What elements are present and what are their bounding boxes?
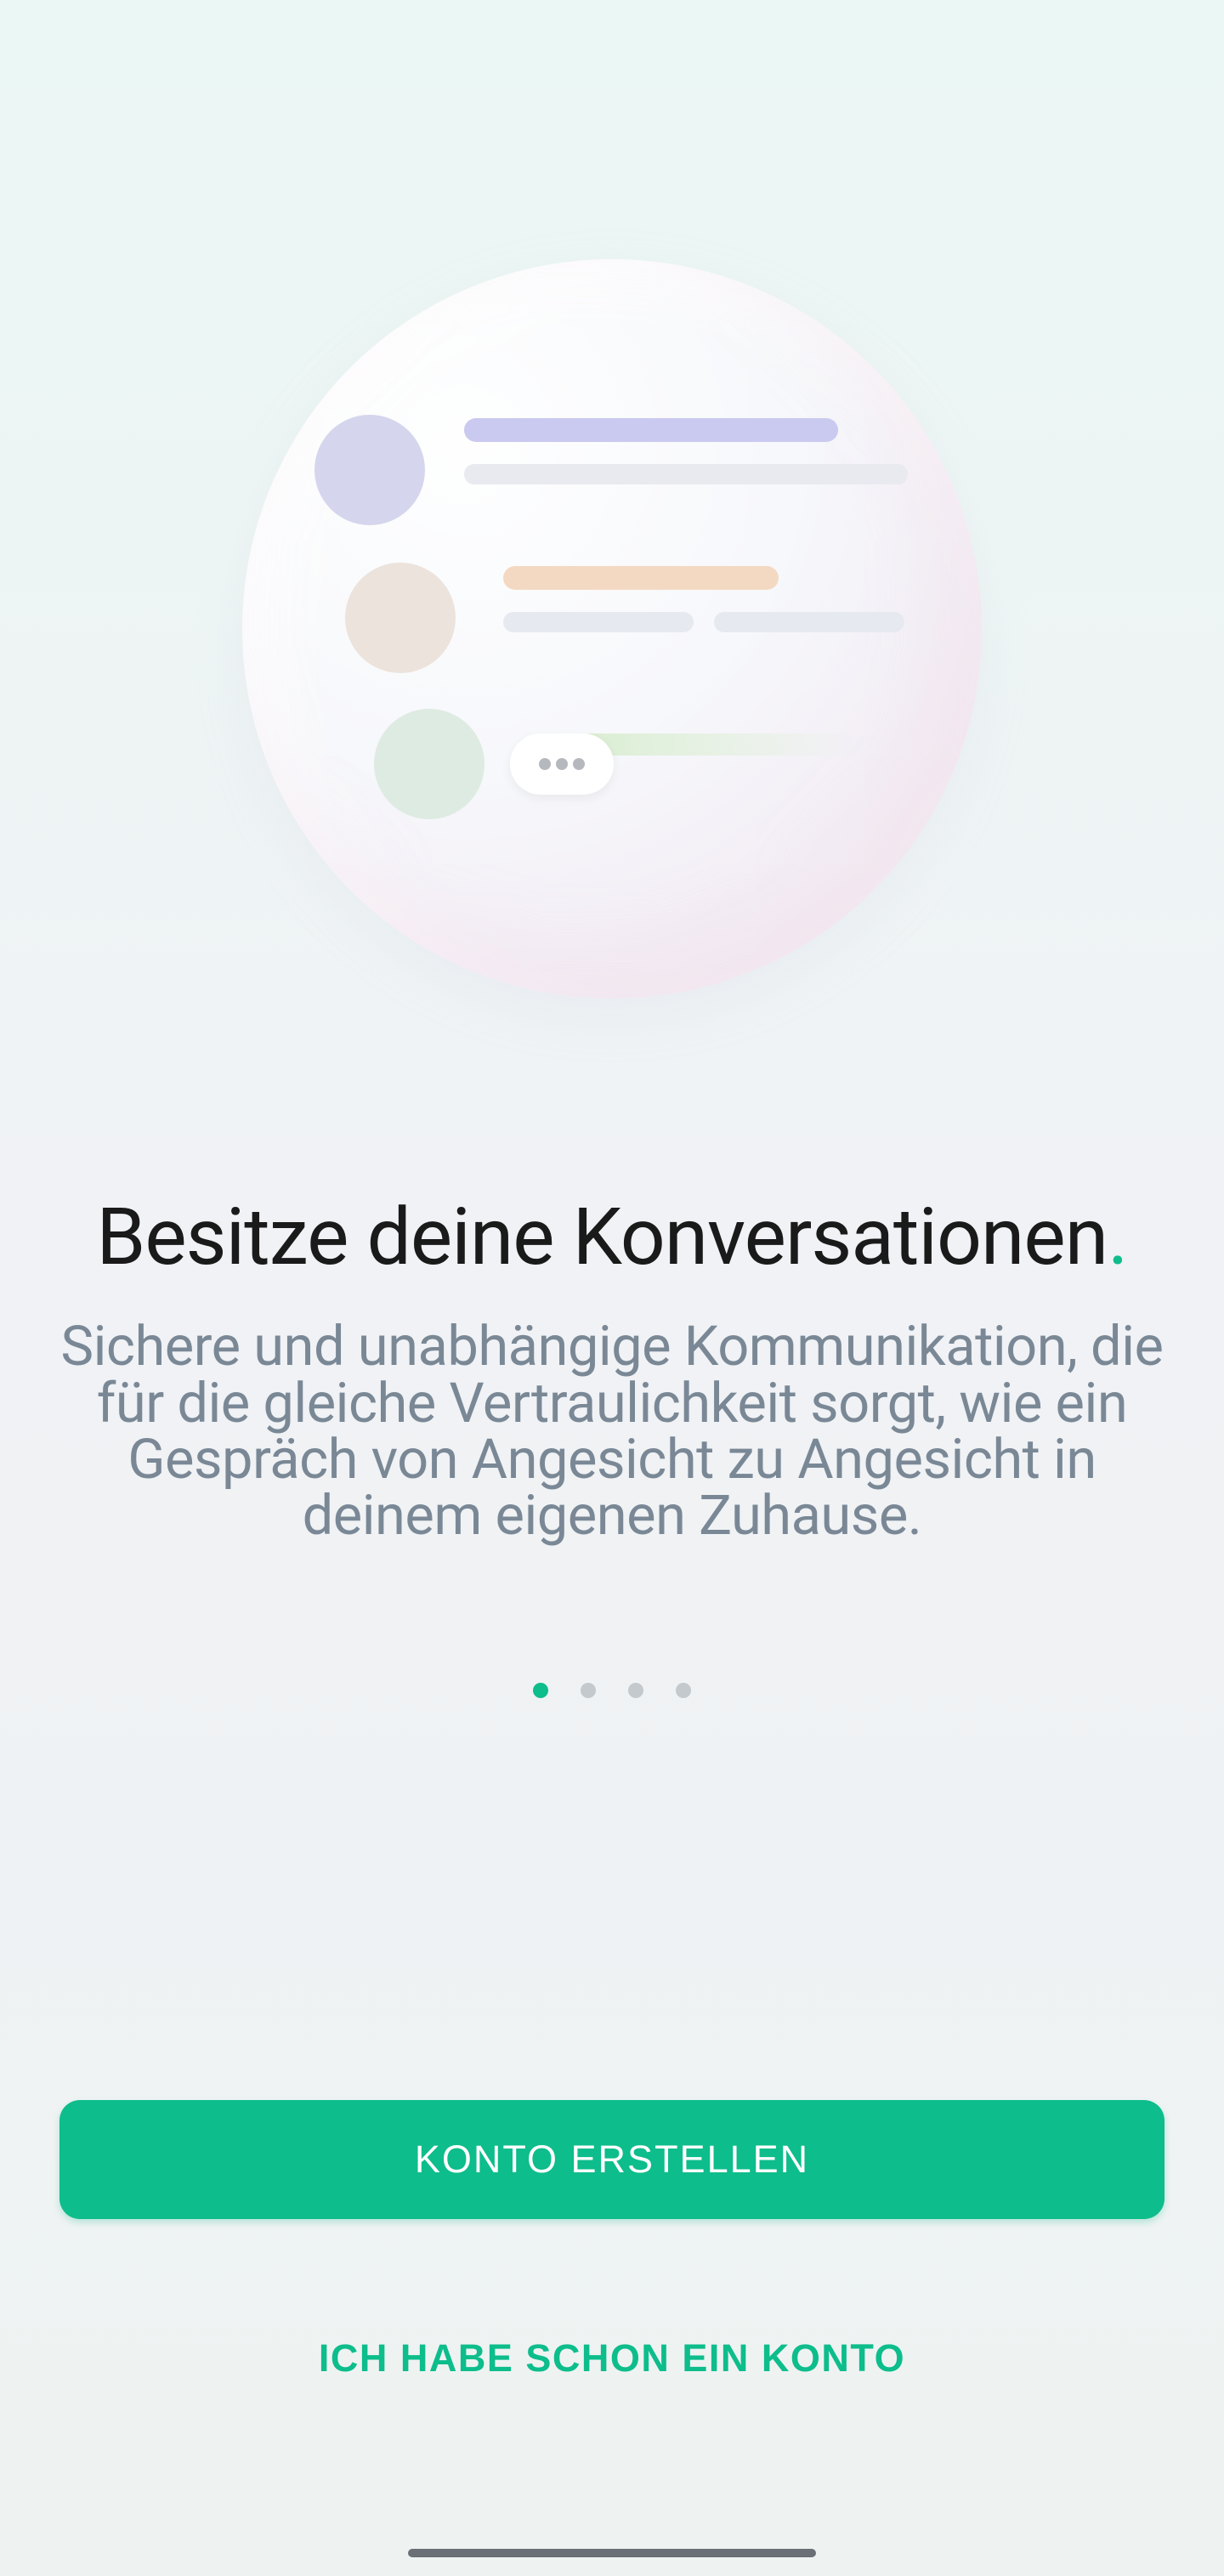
text-line-placeholder — [503, 566, 779, 590]
avatar-icon — [314, 415, 425, 525]
page-indicator-2[interactable] — [581, 1683, 596, 1698]
dot-icon — [573, 758, 585, 770]
page-indicator-3[interactable] — [628, 1683, 643, 1698]
text-line-placeholder — [464, 464, 908, 484]
dot-icon — [539, 758, 551, 770]
onboarding-content: Besitze deine Konversationen. Sichere un… — [34, 1194, 1190, 1698]
text-line-placeholder — [503, 612, 694, 632]
onboarding-illustration — [230, 246, 994, 1011]
chat-row-2 — [314, 563, 910, 673]
bubble-background — [242, 259, 982, 999]
avatar-icon — [374, 709, 484, 819]
avatar-icon — [345, 563, 456, 673]
create-account-button[interactable]: KONTO ERSTELLEN — [60, 2100, 1164, 2219]
text-line-placeholder — [464, 418, 838, 442]
chat-row-1 — [314, 415, 910, 525]
page-indicator-4[interactable] — [676, 1683, 691, 1698]
onboarding-title: Besitze deine Konversationen. — [34, 1194, 1190, 1281]
onboarding-subtitle: Sichere und unabhängige Kommunikation, d… — [34, 1318, 1190, 1543]
chat-row-3 — [314, 709, 910, 819]
page-indicator-1[interactable] — [533, 1683, 548, 1698]
dot-icon — [556, 758, 568, 770]
existing-account-button[interactable]: ICH HABE SCHON EIN KONTO — [319, 2336, 905, 2381]
title-text: Besitze deine Konversationen — [96, 1191, 1108, 1283]
pagination-dots — [34, 1683, 1190, 1698]
title-accent-dot: . — [1108, 1191, 1128, 1283]
home-indicator-bar[interactable] — [408, 2549, 816, 2557]
chat-preview-mock — [314, 415, 910, 843]
text-line-placeholder — [714, 612, 904, 632]
action-buttons: KONTO ERSTELLEN ICH HABE SCHON EIN KONTO — [60, 2100, 1164, 2381]
typing-indicator-icon — [510, 733, 614, 795]
